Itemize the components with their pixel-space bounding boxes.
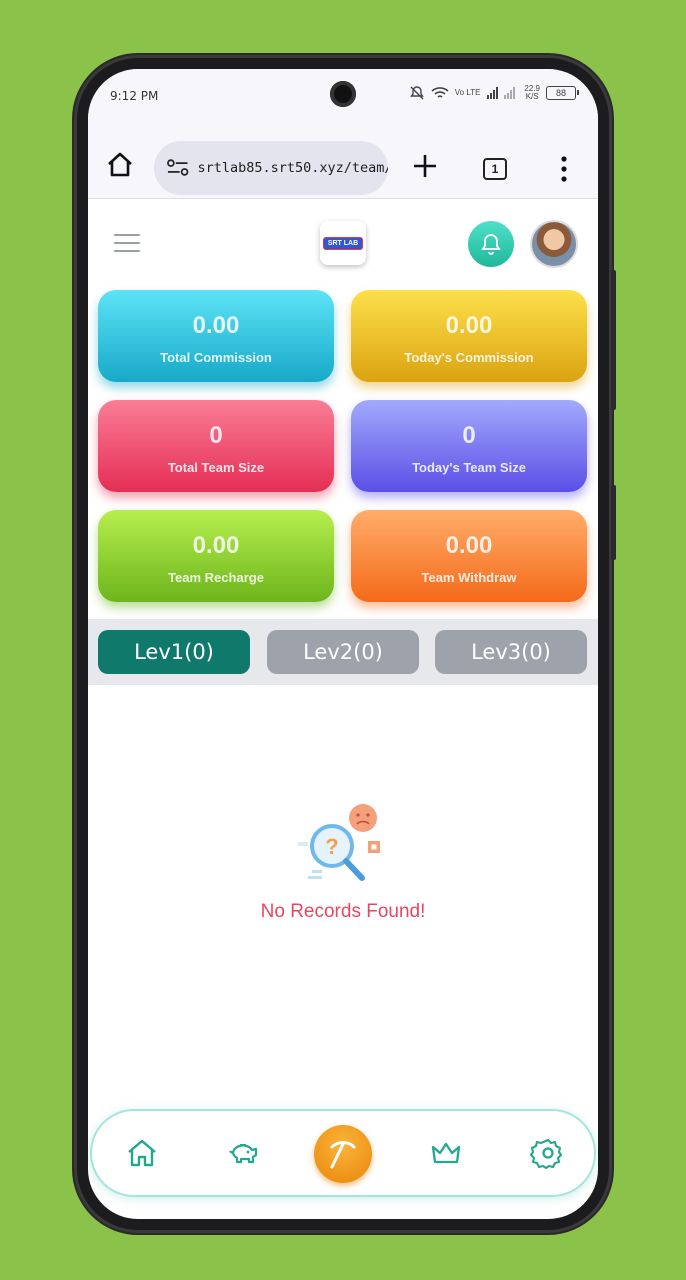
phone-frame: 9:12 PM Vo LTE 22.9 K/S 88 srtlab85.srt50…	[74, 55, 616, 1233]
todays-team-size-label: Today's Team Size	[412, 460, 526, 475]
total-commission-card: 0.00 Total Commission	[98, 290, 334, 382]
home-icon[interactable]	[124, 1135, 160, 1171]
tab-switcher-button[interactable]: 1	[483, 158, 507, 180]
mine-button[interactable]	[314, 1125, 372, 1183]
notification-bell-icon[interactable]	[468, 221, 514, 267]
tab-level-1[interactable]: Lev1(0)	[98, 630, 250, 674]
gear-icon[interactable]	[530, 1135, 566, 1171]
volume-button	[611, 270, 616, 410]
pickaxe-icon	[330, 1141, 356, 1169]
team-recharge-label: Team Recharge	[168, 570, 264, 585]
site-settings-icon[interactable]	[166, 158, 189, 178]
logo-text: SRT LAB	[322, 236, 364, 250]
signal-icon	[487, 87, 516, 99]
team-withdraw-card: 0.00 Team Withdraw	[351, 510, 587, 602]
mute-bell-icon	[409, 86, 424, 100]
todays-team-size-card: 0 Today's Team Size	[351, 400, 587, 492]
total-team-size-label: Total Team Size	[167, 460, 265, 475]
todays-commission-card: 0.00 Today's Commission	[351, 290, 587, 382]
status-time: 9:12 PM	[110, 89, 159, 103]
network-speed: 22.9 K/S	[524, 85, 540, 101]
total-commission-label: Total Commission	[160, 350, 272, 365]
team-withdraw-label: Team Withdraw	[421, 570, 517, 585]
battery-icon: 88	[546, 86, 579, 100]
front-camera	[330, 81, 356, 107]
total-team-size-card: 0 Total Team Size	[98, 400, 334, 492]
battery-level: 88	[555, 88, 566, 98]
hamburger-menu-icon[interactable]	[114, 234, 140, 252]
svg-text:?: ?	[325, 834, 338, 859]
team-withdraw-value: 0.00	[445, 532, 493, 559]
network-type: Vo LTE	[454, 88, 481, 97]
tab-level-2[interactable]: Lev2(0)	[267, 630, 419, 674]
new-tab-icon[interactable]	[412, 153, 438, 179]
url-text[interactable]: srtlab85.srt50.xyz/team/	[197, 160, 388, 176]
todays-team-size-value: 0	[462, 422, 476, 449]
more-menu-icon[interactable]	[560, 156, 568, 182]
browser-toolbar: srtlab85.srt50.xyz/team/ 1	[88, 129, 598, 199]
status-icons: Vo LTE 22.9 K/S 88	[409, 85, 579, 101]
crown-icon[interactable]	[428, 1135, 464, 1171]
status-bar: 9:12 PM Vo LTE 22.9 K/S 88	[88, 69, 598, 129]
todays-commission-value: 0.00	[445, 312, 493, 339]
app-logo: SRT LAB	[320, 221, 366, 265]
magnifier-question-icon: ?	[298, 804, 380, 881]
url-bar[interactable]: srtlab85.srt50.xyz/team/	[154, 141, 388, 195]
user-avatar[interactable]	[530, 220, 578, 268]
total-team-size-value: 0	[209, 422, 223, 449]
power-button	[611, 485, 616, 560]
wifi-icon	[431, 87, 449, 98]
phone-screen: 9:12 PM Vo LTE 22.9 K/S 88 srtlab85.srt50…	[88, 69, 598, 1219]
speed-unit: K/S	[525, 92, 539, 101]
app-header: SRT LAB	[88, 199, 598, 289]
tab-level-3[interactable]: Lev3(0)	[435, 630, 587, 674]
team-recharge-value: 0.00	[192, 532, 240, 559]
tab-count: 1	[491, 162, 499, 176]
todays-commission-label: Today's Commission	[404, 350, 534, 365]
team-recharge-card: 0.00 Team Recharge	[98, 510, 334, 602]
bottom-navigation	[90, 1109, 596, 1197]
piggy-bank-icon[interactable]	[226, 1135, 262, 1171]
no-records-message: No Records Found!	[260, 901, 426, 922]
level-tabs: Lev1(0) Lev2(0) Lev3(0)	[88, 619, 598, 685]
browser-home-icon[interactable]	[106, 151, 134, 179]
bell-icon	[481, 234, 501, 255]
total-commission-value: 0.00	[192, 312, 240, 339]
